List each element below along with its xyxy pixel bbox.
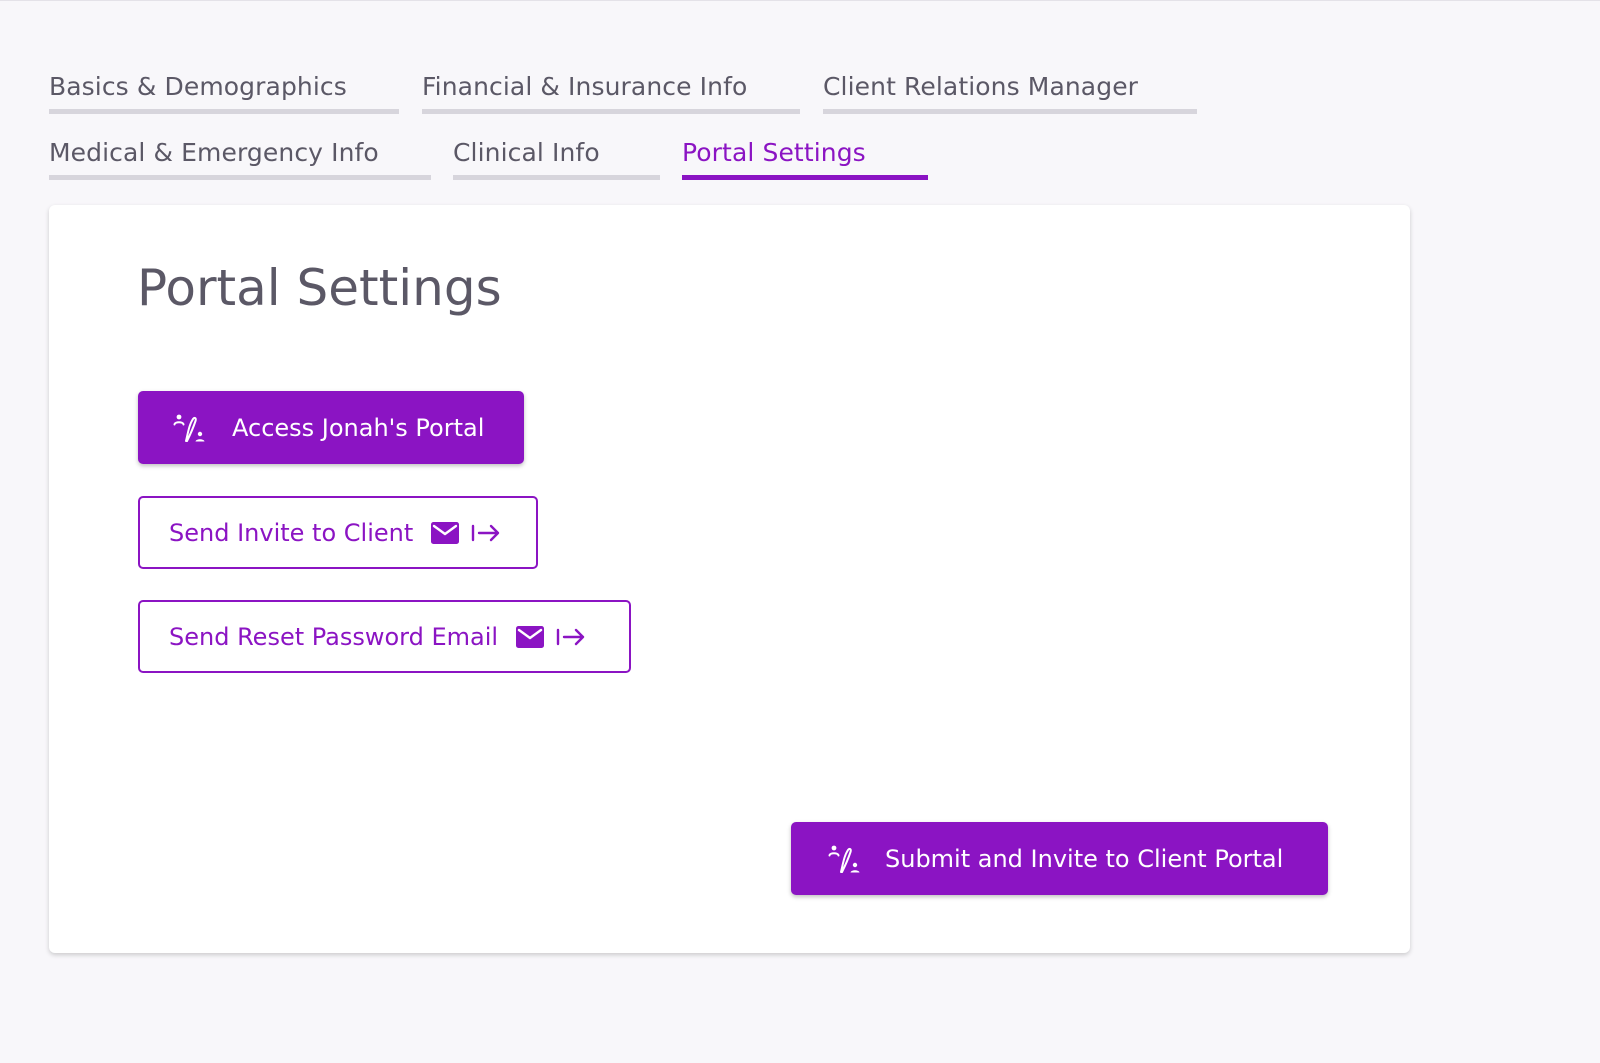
tab-label: Basics & Demographics xyxy=(49,72,347,101)
submit-invite-label: Submit and Invite to Client Portal xyxy=(885,844,1284,873)
tab-basics-demographics[interactable]: Basics & Demographics xyxy=(49,68,399,114)
page-title: Portal Settings xyxy=(137,259,502,317)
user-sign-icon xyxy=(827,842,861,876)
top-divider xyxy=(0,0,1600,1)
tab-label: Financial & Insurance Info xyxy=(422,72,748,101)
access-portal-label: Access Jonah's Portal xyxy=(232,413,485,442)
tab-portal-settings[interactable]: Portal Settings xyxy=(682,134,928,180)
tab-medical-emergency[interactable]: Medical & Emergency Info xyxy=(49,134,431,180)
mail-icon xyxy=(431,521,460,544)
arrow-right-to-bar-icon xyxy=(556,626,586,648)
send-reset-password-button[interactable]: Send Reset Password Email xyxy=(138,600,631,673)
send-invite-label: Send Invite to Client xyxy=(169,518,414,547)
reset-password-label: Send Reset Password Email xyxy=(169,622,499,651)
tab-clinical-info[interactable]: Clinical Info xyxy=(453,134,660,180)
mail-icon xyxy=(516,625,545,648)
send-invite-button[interactable]: Send Invite to Client xyxy=(138,496,538,569)
submit-invite-button[interactable]: Submit and Invite to Client Portal xyxy=(791,822,1328,895)
user-sign-icon xyxy=(172,411,206,445)
tab-client-relations-manager[interactable]: Client Relations Manager xyxy=(823,68,1197,114)
access-portal-button[interactable]: Access Jonah's Portal xyxy=(138,391,524,464)
tab-label: Portal Settings xyxy=(682,138,866,167)
portal-settings-card: Portal Settings Access Jonah's Portal Se… xyxy=(49,205,1410,953)
arrow-right-to-bar-icon xyxy=(471,522,501,544)
tab-label: Medical & Emergency Info xyxy=(49,138,379,167)
tab-label: Clinical Info xyxy=(453,138,600,167)
tab-label: Client Relations Manager xyxy=(823,72,1139,101)
tab-financial-insurance[interactable]: Financial & Insurance Info xyxy=(422,68,800,114)
